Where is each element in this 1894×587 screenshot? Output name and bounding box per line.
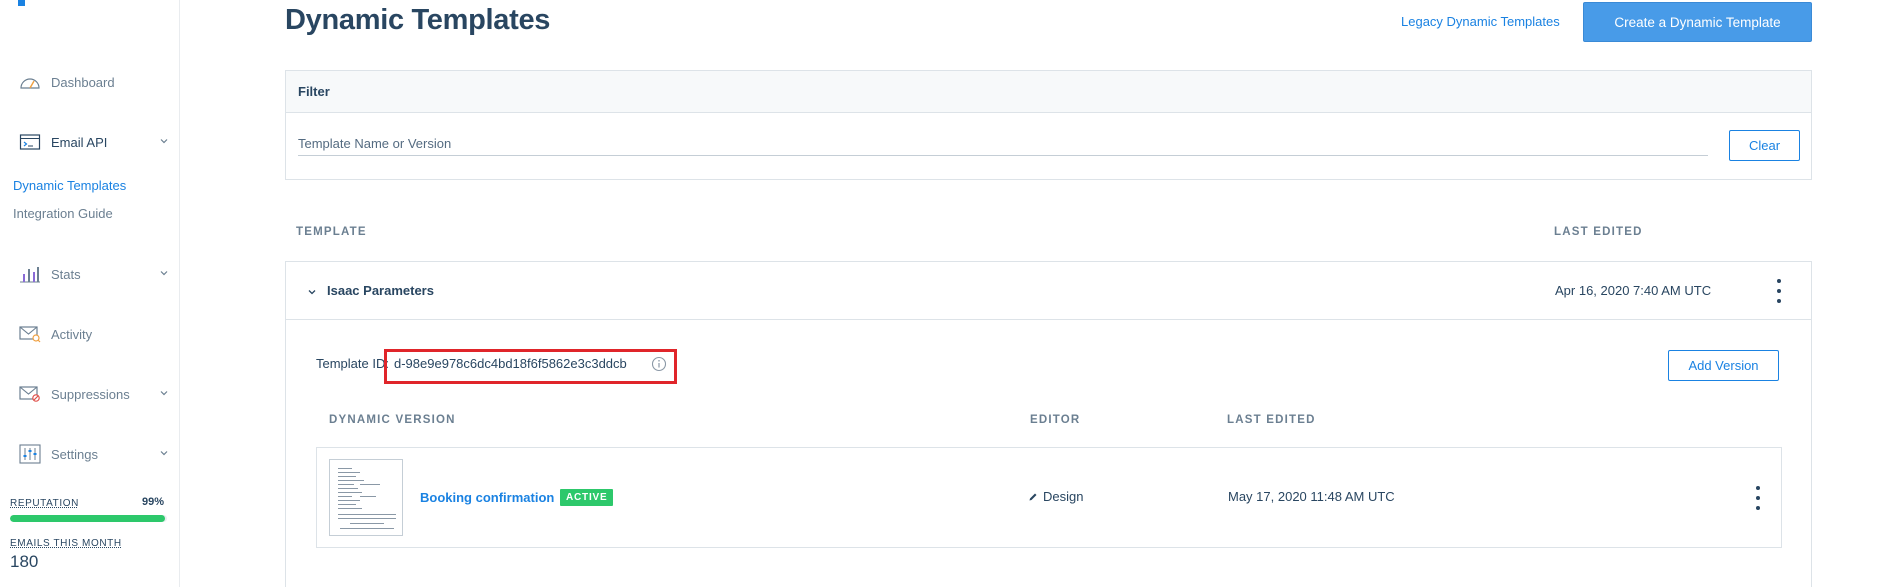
emails-this-month-value: 180 bbox=[10, 552, 39, 571]
filter-title: Filter bbox=[286, 71, 1811, 113]
template-id-highlight bbox=[384, 349, 677, 384]
column-header-editor: EDITOR bbox=[1030, 414, 1081, 426]
version-more-options-icon[interactable] bbox=[1754, 486, 1762, 510]
sidebar-subitem-integration-guide[interactable]: Integration Guide bbox=[13, 206, 113, 221]
sidebar-item-label: Activity bbox=[51, 326, 93, 342]
emails-this-month-label: EMAILS THIS MONTH bbox=[10, 538, 122, 549]
sliders-icon bbox=[18, 443, 42, 465]
mail-blocked-icon bbox=[18, 383, 42, 405]
reputation-bar-fill bbox=[10, 515, 166, 522]
template-card: Isaac Parameters Apr 16, 2020 7:40 AM UT… bbox=[285, 261, 1812, 587]
version-name[interactable]: Booking confirmation bbox=[420, 490, 554, 505]
version-row[interactable]: Booking confirmation ACTIVE Design May 1… bbox=[316, 447, 1782, 548]
sidebar-item-label: Settings bbox=[51, 446, 98, 462]
chevron-down-icon bbox=[160, 271, 168, 276]
reputation-bar bbox=[10, 515, 167, 522]
create-template-button[interactable]: Create a Dynamic Template bbox=[1583, 2, 1812, 42]
speedometer-icon bbox=[18, 71, 42, 93]
version-editor-label: Design bbox=[1043, 489, 1084, 504]
template-id-label: Template ID: bbox=[316, 356, 389, 371]
reputation-label: REPUTATION bbox=[10, 498, 79, 509]
chevron-down-icon[interactable] bbox=[306, 286, 318, 298]
template-search-input[interactable] bbox=[298, 131, 1708, 156]
chevron-down-icon bbox=[160, 451, 168, 456]
legacy-dynamic-templates-link[interactable]: Legacy Dynamic Templates bbox=[1401, 14, 1560, 29]
version-editor: Design bbox=[1028, 489, 1083, 504]
add-version-button[interactable]: Add Version bbox=[1668, 350, 1779, 381]
bar-chart-icon bbox=[18, 263, 42, 285]
sidebar-item-label: Suppressions bbox=[51, 386, 130, 402]
sidebar: Dashboard Email API Dynamic Templates In… bbox=[0, 0, 180, 587]
terminal-window-icon bbox=[18, 131, 42, 153]
version-last-edited: May 17, 2020 11:48 AM UTC bbox=[1228, 489, 1395, 504]
logo[interactable] bbox=[18, 0, 32, 6]
column-header-template: TEMPLATE bbox=[296, 226, 367, 238]
sidebar-item-email-api[interactable]: Email API bbox=[18, 130, 170, 154]
chevron-down-icon bbox=[160, 139, 168, 144]
template-more-options-icon[interactable] bbox=[1775, 279, 1783, 303]
filter-panel: Filter Clear bbox=[285, 70, 1812, 180]
sidebar-item-settings[interactable]: Settings bbox=[18, 442, 170, 466]
status-badge: ACTIVE bbox=[560, 489, 614, 506]
mail-search-icon bbox=[18, 323, 42, 345]
reputation-value: 99% bbox=[142, 496, 165, 508]
sidebar-item-label: Dashboard bbox=[51, 74, 115, 90]
sidebar-item-dashboard[interactable]: Dashboard bbox=[18, 70, 170, 94]
chevron-down-icon bbox=[160, 391, 168, 396]
template-row[interactable]: Isaac Parameters Apr 16, 2020 7:40 AM UT… bbox=[286, 262, 1811, 320]
column-header-version-last-edited: LAST EDITED bbox=[1227, 414, 1316, 426]
sidebar-item-activity[interactable]: Activity bbox=[18, 322, 170, 346]
sidebar-item-suppressions[interactable]: Suppressions bbox=[18, 382, 170, 406]
version-thumbnail[interactable] bbox=[329, 459, 403, 536]
page-title: Dynamic Templates bbox=[285, 4, 551, 36]
sidebar-subitem-dynamic-templates[interactable]: Dynamic Templates bbox=[13, 178, 126, 193]
template-last-edited: Apr 16, 2020 7:40 AM UTC bbox=[1555, 283, 1712, 298]
sidebar-item-label: Stats bbox=[51, 266, 81, 282]
pencil-icon bbox=[1029, 493, 1037, 500]
clear-button[interactable]: Clear bbox=[1729, 130, 1800, 161]
sidebar-item-stats[interactable]: Stats bbox=[18, 262, 170, 286]
sidebar-item-label: Email API bbox=[51, 134, 108, 150]
template-name[interactable]: Isaac Parameters bbox=[327, 283, 434, 298]
column-header-dynamic-version: DYNAMIC VERSION bbox=[329, 414, 456, 426]
column-header-last-edited: LAST EDITED bbox=[1554, 226, 1643, 238]
